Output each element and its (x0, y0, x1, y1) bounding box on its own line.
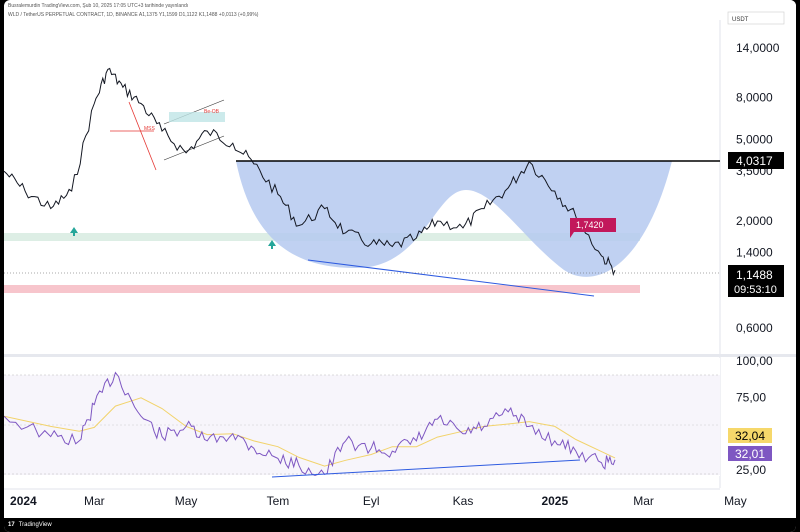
level-tag-text: 1,7420 (576, 220, 604, 230)
time-tick-label: 2024 (10, 494, 37, 508)
time-tick-label: Mar (633, 494, 654, 508)
chart-frame: Busralemurdin TradingView.com, Şub 10, 2… (4, 0, 796, 532)
last-price-text: 1,1488 (736, 268, 773, 282)
time-tick-label: May (175, 494, 198, 508)
price-tick-label: 5,0000 (736, 133, 773, 147)
price-tick-label: 1,4000 (736, 246, 773, 260)
price-tick-label: 2,0000 (736, 214, 773, 228)
footer-bar: 17 TradingView (4, 518, 796, 532)
ob-label: Be-OB (204, 109, 220, 115)
rsi-tick-label: 25,00 (736, 463, 766, 477)
rsi-value: 32,01 (735, 447, 765, 461)
pane-separator (4, 354, 796, 357)
price-tick-label: 0,6000 (736, 321, 773, 335)
time-axis (4, 488, 796, 518)
mss-label: MSS (144, 126, 156, 132)
tradingview-logo: 17 (8, 522, 15, 528)
time-tick-label: 2025 (541, 494, 568, 508)
countdown-text: 09:53:10 (734, 284, 777, 296)
time-tick-label: Kas (453, 494, 474, 508)
rsi-tick-label: 75,00 (736, 390, 766, 404)
rsi-tick-label: 100,00 (736, 354, 773, 368)
chart-canvas: MSS Be-OB 1,7420 14,00008,00005,00003,50… (4, 0, 796, 518)
time-tick-label: Tem (267, 494, 290, 508)
rsi-ma-value: 32,04 (735, 429, 765, 443)
time-tick-label: Eyl (363, 494, 380, 508)
price-tick-label: 8,0000 (736, 91, 773, 105)
time-tick-label: May (724, 494, 747, 508)
time-tick-label: Mar (84, 494, 105, 508)
resistance-tag-text: 4,0317 (736, 154, 773, 168)
currency-label: USDT (732, 17, 749, 23)
support-band (4, 285, 640, 293)
footer-brand: TradingView (18, 522, 52, 528)
price-tick-label: 14,0000 (736, 41, 780, 55)
